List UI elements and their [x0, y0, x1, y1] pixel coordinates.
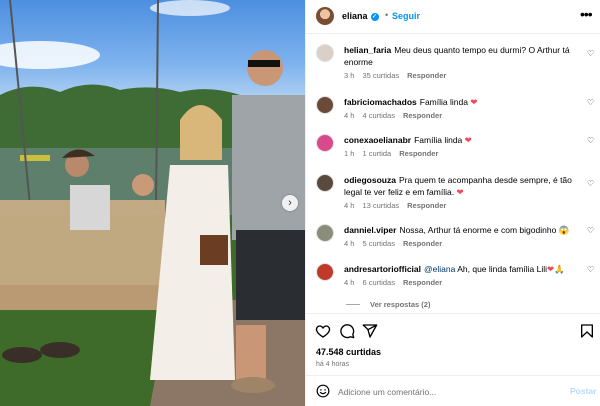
photo-illustration [0, 0, 305, 406]
emoji-icon[interactable] [316, 384, 330, 398]
reply-button[interactable]: Responder [403, 278, 442, 287]
reply-button[interactable]: Responder [407, 71, 446, 80]
comment-text: danniel.viper Nossa, Arthur tá enorme e c… [344, 225, 570, 235]
carousel-next-button[interactable]: › [282, 195, 298, 211]
commenter-avatar[interactable] [316, 96, 334, 114]
view-replies-button[interactable]: Ver respostas (2) [346, 300, 430, 309]
more-horizontal-icon[interactable]: ••• [580, 6, 593, 22]
verified-badge-icon: ✓ [370, 13, 379, 21]
comment-icon[interactable] [339, 323, 355, 339]
reply-button[interactable]: Responder [403, 239, 442, 248]
shocked-emoji: 😱 [558, 225, 570, 235]
commenter-avatar[interactable] [316, 134, 334, 152]
post-photo[interactable]: › [0, 0, 305, 406]
comment-meta: 1 h1 curtida Responder [344, 149, 439, 158]
action-bar: 47.548 curtidas há 4 horas [306, 313, 600, 375]
reply-button[interactable]: Responder [399, 149, 438, 158]
mention-link[interactable]: @eliana [424, 264, 455, 274]
commenter-avatar[interactable] [316, 44, 334, 62]
commenter-username[interactable]: helian_faria [344, 45, 391, 55]
comment-meta: 3 h 35 curtidas Responder [344, 71, 447, 80]
heart-emoji: ❤ [464, 135, 472, 145]
comment-text: odiegosouza Pra quem te acompanha desde s… [344, 175, 572, 197]
heart-emoji: ❤ [456, 187, 464, 197]
post-header: eliana ✓ • Seguir ••• [306, 0, 600, 34]
comments-list[interactable]: helian_faria Meu deus quanto tempo eu dur… [306, 35, 600, 313]
like-icon[interactable] [315, 323, 331, 339]
author-username[interactable]: eliana ✓ [342, 11, 379, 21]
commenter-avatar[interactable] [316, 224, 334, 242]
post-side-panel: eliana ✓ • Seguir ••• helian_faria Meu deu… [305, 0, 600, 406]
post-button[interactable]: Postar [570, 386, 596, 396]
commenter-username[interactable]: odiegosouza [344, 175, 396, 185]
comment-text: conexaoelianabr Família linda ❤ [344, 135, 472, 145]
comment-input[interactable] [338, 385, 558, 398]
like-heart-icon[interactable]: ♡ [587, 49, 594, 58]
comment-meta: 4 h 13 curtidas Responder [344, 201, 447, 210]
heart-emoji: ❤ [470, 97, 478, 107]
add-comment-bar: Postar [306, 375, 600, 406]
share-icon[interactable] [362, 323, 378, 339]
comment-text: fabriciomachados Família linda ❤ [344, 97, 478, 107]
like-heart-icon[interactable]: ♡ [587, 136, 594, 145]
reply-button[interactable]: Responder [407, 201, 446, 210]
commenter-avatar[interactable] [316, 174, 334, 192]
commenter-username[interactable]: conexaoelianabr [344, 135, 411, 145]
like-heart-icon[interactable]: ♡ [587, 226, 594, 235]
likes-count[interactable]: 47.548 curtidas [316, 347, 381, 357]
commenter-username[interactable]: andresartoriofficial [344, 264, 421, 274]
comment-meta: 4 h6 curtidas Responder [344, 278, 443, 287]
post-timestamp: há 4 horas [316, 361, 350, 368]
like-heart-icon[interactable]: ♡ [587, 98, 594, 107]
heart-pray-emoji: ❤🙏 [547, 264, 565, 274]
follow-button[interactable]: Seguir [392, 11, 420, 21]
reply-button[interactable]: Responder [403, 111, 442, 120]
commenter-avatar[interactable] [316, 263, 334, 281]
replies-divider [346, 304, 360, 305]
author-avatar[interactable] [316, 7, 334, 25]
comment-meta: 4 h4 curtidas Responder [344, 111, 443, 120]
like-heart-icon[interactable]: ♡ [587, 179, 594, 188]
comment-meta: 4 h5 curtidas Responder [344, 239, 443, 248]
like-heart-icon[interactable]: ♡ [587, 265, 594, 274]
comment-text: andresartoriofficial @eliana Ah, que lind… [344, 264, 565, 274]
commenter-username[interactable]: danniel.viper [344, 225, 396, 235]
comment-text: helian_faria Meu deus quanto tempo eu dur… [344, 45, 570, 67]
header-separator: • [385, 10, 389, 20]
commenter-username[interactable]: fabriciomachados [344, 97, 417, 107]
bookmark-icon[interactable] [579, 323, 595, 339]
